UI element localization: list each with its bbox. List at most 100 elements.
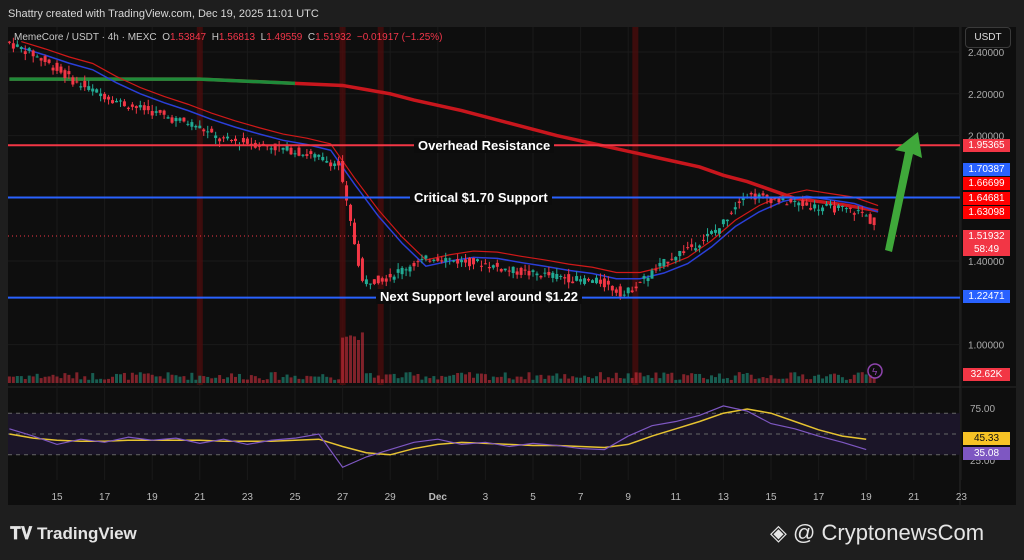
volume-bar [349,335,353,383]
candle [281,147,285,150]
volume-bar [836,374,840,383]
candle [269,148,273,150]
candle [789,198,793,203]
volume-bar [55,376,59,383]
volume-bar [785,378,789,383]
volume-bar [773,378,777,383]
candle [721,219,725,225]
currency-button[interactable]: USDT [965,27,1011,48]
candle [868,214,872,224]
volume-bar [452,374,456,383]
candle [150,111,154,116]
candle [468,257,472,267]
candle [805,202,809,206]
volume-bar [829,374,832,383]
candle [380,278,384,282]
candle [424,255,428,259]
volume-bar [515,376,519,383]
volume-bar [527,372,531,383]
candle [428,260,432,262]
candle [170,117,174,123]
candle [118,100,122,102]
candle [682,251,686,253]
volume-bar [182,376,186,383]
volume-bar [710,375,713,383]
candle [51,67,55,71]
credit-line: Shattry created with TradingView.com, De… [8,8,319,20]
candle [111,100,115,104]
candle [483,263,487,265]
volume-bar [448,375,452,383]
volume-bar [234,376,237,383]
candle [840,205,844,207]
candle [832,205,836,213]
volume-tag: 32.62K [963,368,1010,381]
volume-bar [134,374,138,383]
volume-bar [309,376,313,383]
candle [654,269,658,271]
candle [610,285,614,291]
candle [702,239,706,241]
candle [658,262,662,267]
candle [341,160,345,182]
volume-bar [218,375,222,383]
volume-bar [706,379,710,383]
x-tick-label: 19 [147,492,159,503]
volume-bar [638,372,642,383]
volume-bar [432,376,436,383]
tradingview-brand: TradingView [36,524,137,543]
candle [686,247,690,249]
candle [222,137,226,139]
candle [67,71,71,75]
candle [499,269,503,272]
candle [392,276,396,280]
candle [579,279,583,282]
volume-bar [269,372,273,383]
y-tick-label: 2.40000 [968,48,1005,59]
volume-bar [281,377,285,383]
volume-bar [571,376,575,383]
symbol-label[interactable]: MemeCore / USDT · 4h · MEXC [14,32,157,43]
volume-bar [468,372,472,383]
candle [563,277,567,279]
volume-bar [194,379,198,383]
candle [825,204,829,206]
volume-bar [741,373,745,383]
x-tick-label: 21 [908,492,920,503]
volume-bar [174,375,178,383]
price-tag-last: 1.51932 58:49 [963,230,1010,256]
candle [47,59,51,63]
candle [158,110,162,113]
tradingview-logo[interactable]: 𝐓𝐕 TradingView [10,524,137,544]
candle [737,201,741,203]
volume-bar [150,374,154,383]
volume-bar [844,379,848,383]
volume-bar [781,378,785,383]
volume-bar [622,378,626,383]
candle [769,198,773,204]
candle [460,260,464,263]
x-tick-label: 25 [289,492,301,503]
rsi-tag: 35.08 [963,447,1010,460]
candle [444,258,448,262]
volume-bar [789,372,793,383]
candle [15,44,19,47]
candle [844,208,848,210]
volume-bar [757,378,761,383]
volume-bar [79,379,83,383]
volume-bar [809,379,813,383]
volume-bar [230,373,234,383]
volume-bar [626,373,630,383]
candle [134,106,138,109]
candle [214,135,218,138]
candle [372,279,376,284]
candle [305,154,309,156]
candle [622,294,626,296]
volume-bar [479,373,483,383]
candle [99,93,103,97]
volume-bar [341,337,345,383]
volume-bar [733,375,737,383]
candle [860,211,864,213]
candle [793,200,797,202]
volume-bar [725,378,729,383]
